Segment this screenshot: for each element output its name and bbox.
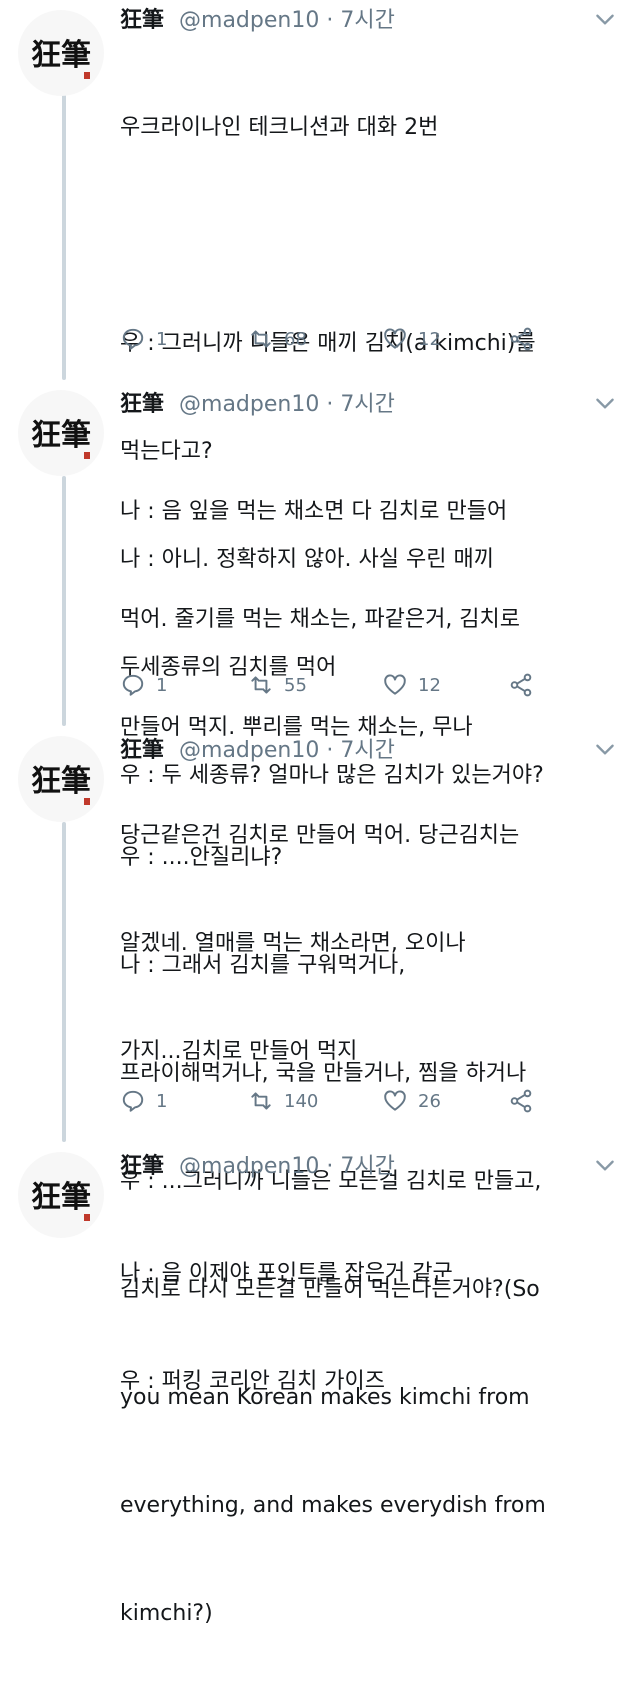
separator-dot: · <box>326 738 334 763</box>
share-icon <box>510 1089 532 1113</box>
tweet-text: 나 : 음 이제야 포인트를 잡은거 같군 우 : 퍼킹 코리안 김치 가이즈 <box>120 1184 616 1472</box>
tweet-header: 狂筆 @madpen10 · 7시간 <box>120 734 395 768</box>
avatar-image: 狂筆 <box>31 764 91 805</box>
separator-dot: · <box>326 1154 334 1179</box>
heart-icon <box>384 674 406 695</box>
share-icon <box>510 673 532 697</box>
share-button[interactable] <box>508 1086 544 1116</box>
like-button[interactable]: 12 <box>382 670 441 700</box>
reply-button[interactable]: 1 <box>120 1086 167 1116</box>
tweet-line: 우 : ....안질리냐? <box>120 845 283 870</box>
avatar[interactable]: 狂筆 <box>18 1152 104 1238</box>
svg-text:狂筆: 狂筆 <box>31 764 91 799</box>
display-name[interactable]: 狂筆 <box>120 8 164 33</box>
tweet-actions: 1 140 26 <box>120 1086 550 1116</box>
retweet-button[interactable]: 55 <box>248 670 307 700</box>
display-name[interactable]: 狂筆 <box>120 392 164 417</box>
timestamp[interactable]: 7시간 <box>340 8 394 33</box>
retweet-count: 68 <box>284 328 307 350</box>
like-count: 26 <box>418 1090 441 1112</box>
display-name[interactable]: 狂筆 <box>120 738 164 763</box>
retweet-count: 140 <box>284 1090 319 1112</box>
tweet-line: everything, and makes everydish from <box>120 1493 546 1518</box>
reply-count: 1 <box>156 1090 168 1112</box>
chevron-down-icon[interactable] <box>592 736 618 762</box>
avatar-image: 狂筆 <box>31 418 91 459</box>
retweet-button[interactable]: 140 <box>248 1086 318 1116</box>
tweet-line <box>120 218 616 254</box>
reply-icon <box>122 328 144 350</box>
like-count: 12 <box>418 328 441 350</box>
tweet-line: 나 : 음 이제야 포인트를 잡은거 같군 <box>120 1261 453 1286</box>
retweet-icon <box>251 1092 271 1110</box>
avatar[interactable]: 狂筆 <box>18 10 104 96</box>
user-handle[interactable]: @madpen10 <box>179 8 319 33</box>
timestamp[interactable]: 7시간 <box>340 392 394 417</box>
tweet-line: 나 : 음 잎을 먹는 채소면 다 김치로 만들어 <box>120 499 508 524</box>
share-button[interactable] <box>508 670 544 700</box>
tweet-line: 먹어. 줄기를 먹는 채소는, 파같은거, 김치로 <box>120 607 521 632</box>
reply-button[interactable]: 1 <box>120 324 167 354</box>
retweet-count: 55 <box>284 674 307 696</box>
user-handle[interactable]: @madpen10 <box>179 392 319 417</box>
tweet-header: 狂筆 @madpen10 · 7시간 <box>120 4 395 38</box>
tweet-line: 우 : 퍼킹 코리안 김치 가이즈 <box>120 1369 386 1394</box>
retweet-button[interactable]: 68 <box>248 324 307 354</box>
timestamp[interactable]: 7시간 <box>340 1154 394 1179</box>
separator-dot: · <box>326 392 334 417</box>
share-button[interactable] <box>508 324 544 354</box>
display-name[interactable]: 狂筆 <box>120 1154 164 1179</box>
reply-count: 1 <box>156 674 168 696</box>
thread-line <box>62 94 66 380</box>
tweet-header: 狂筆 @madpen10 · 7시간 <box>120 388 395 422</box>
share-icon <box>510 327 532 351</box>
reply-icon <box>122 1090 144 1112</box>
timestamp[interactable]: 7시간 <box>340 738 394 763</box>
user-handle[interactable]: @madpen10 <box>179 738 319 763</box>
separator-dot: · <box>326 8 334 33</box>
tweet-actions: 1 55 12 <box>120 670 550 700</box>
svg-text:狂筆: 狂筆 <box>31 1180 91 1215</box>
tweet-line: 나 : 그래서 김치를 구워먹거나, <box>120 953 406 978</box>
avatar-image: 狂筆 <box>31 1180 91 1221</box>
reply-button[interactable]: 1 <box>120 670 167 700</box>
thread-line <box>62 822 66 1142</box>
avatar[interactable]: 狂筆 <box>18 736 104 822</box>
tweet-header: 狂筆 @madpen10 · 7시간 <box>120 1150 395 1184</box>
user-handle[interactable]: @madpen10 <box>179 1154 319 1179</box>
tweet-line: kimchi?) <box>120 1601 213 1626</box>
like-button[interactable]: 12 <box>382 324 441 354</box>
like-count: 12 <box>418 674 441 696</box>
heart-icon <box>384 328 406 349</box>
retweet-icon <box>251 676 271 694</box>
reply-icon <box>122 674 144 696</box>
like-button[interactable]: 26 <box>382 1086 441 1116</box>
chevron-down-icon[interactable] <box>592 6 618 32</box>
chevron-down-icon[interactable] <box>592 390 618 416</box>
avatar-image: 狂筆 <box>31 38 91 79</box>
svg-text:狂筆: 狂筆 <box>31 38 91 73</box>
reply-count: 1 <box>156 328 168 350</box>
tweet-line: 우크라이나인 테크니션과 대화 2번 <box>120 115 439 140</box>
tweet-actions: 1 68 12 <box>120 324 550 354</box>
thread-line <box>62 476 66 726</box>
avatar[interactable]: 狂筆 <box>18 390 104 476</box>
chevron-down-icon[interactable] <box>592 1152 618 1178</box>
heart-icon <box>384 1090 406 1111</box>
retweet-icon <box>251 330 271 348</box>
svg-text:狂筆: 狂筆 <box>31 418 91 453</box>
